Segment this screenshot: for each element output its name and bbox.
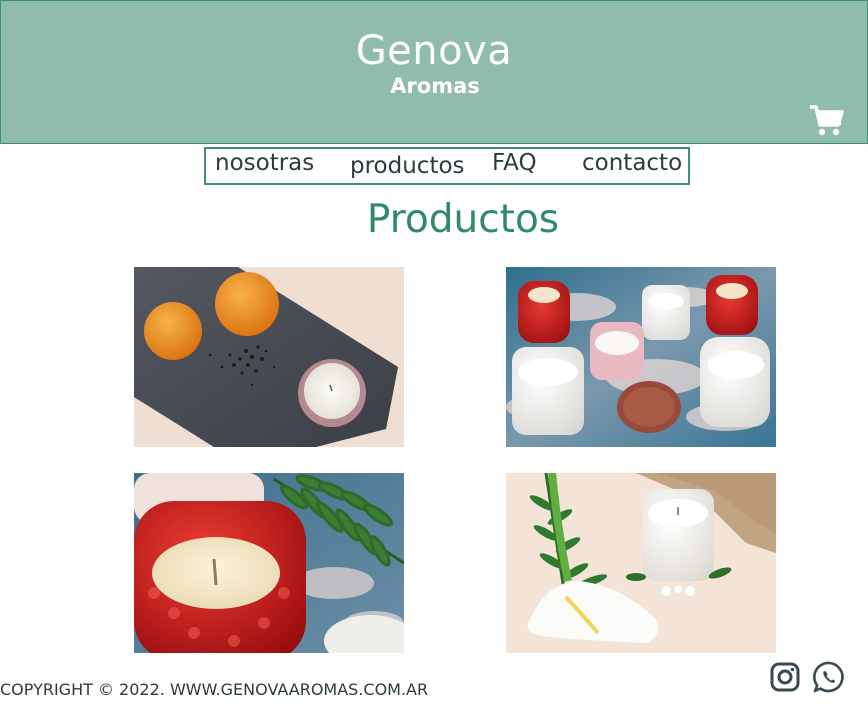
product-image-assorted-candles[interactable]: [506, 267, 776, 447]
page-title: Productos: [366, 197, 560, 242]
nav-item-nosotras[interactable]: nosotras: [215, 149, 314, 177]
brand-name[interactable]: Genova: [1, 27, 867, 75]
main-nav: nosotras productos FAQ contacto: [204, 147, 690, 185]
page: Genova Aromas nosotras productos FAQ con…: [0, 0, 868, 708]
product-image-lily-candle[interactable]: [506, 473, 776, 653]
site-header: Genova Aromas: [0, 0, 868, 144]
nav-item-productos[interactable]: productos: [350, 152, 465, 180]
cart-icon[interactable]: [809, 103, 845, 139]
footer-copyright: COPYRIGHT © 2022. WWW.GENOVAAROMAS.COM.A…: [0, 680, 429, 699]
instagram-icon[interactable]: [768, 660, 802, 694]
nav-item-faq[interactable]: FAQ: [492, 149, 537, 177]
nav-item-contacto[interactable]: contacto: [582, 149, 682, 177]
brand-subtitle: Aromas: [390, 74, 480, 98]
whatsapp-icon[interactable]: [812, 660, 846, 694]
product-image-oranges-candle[interactable]: [134, 267, 404, 447]
product-image-red-candle[interactable]: [134, 473, 404, 653]
